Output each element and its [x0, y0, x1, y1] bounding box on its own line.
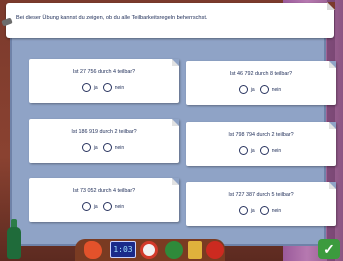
radio-yes[interactable]: [238, 206, 248, 215]
option-yes-label: ja: [93, 84, 98, 91]
option-no-label: nein: [114, 144, 125, 151]
question-text: Ist 727 387 durch 5 teilbar?: [228, 192, 294, 198]
radio-yes[interactable]: [238, 146, 248, 155]
question-card: Ist 46 792 durch 8 teilbar? ja nein: [186, 61, 336, 105]
radio-no[interactable]: [259, 146, 269, 155]
option-no-label: nein: [271, 86, 282, 93]
red-button-icon[interactable]: [206, 241, 224, 259]
bottle-icon[interactable]: [7, 227, 21, 259]
fish-icon[interactable]: [84, 241, 102, 259]
confirm-check-button[interactable]: ✓: [318, 239, 340, 259]
radio-no[interactable]: [102, 202, 112, 211]
radio-no[interactable]: [259, 85, 269, 94]
option-no-label: nein: [271, 147, 282, 154]
answer-options: ja nein: [186, 146, 336, 155]
option-yes-label: ja: [93, 203, 98, 210]
page-fold-icon: [329, 122, 336, 129]
question-text: Ist 73 052 durch 4 teilbar?: [72, 188, 136, 194]
option-yes-label: ja: [250, 147, 255, 154]
answer-options: ja nein: [186, 206, 336, 215]
radio-no[interactable]: [102, 143, 112, 152]
question-text: Ist 46 792 durch 8 teilbar?: [229, 71, 293, 77]
question-text: Ist 27 756 durch 4 teilbar?: [72, 69, 136, 75]
radio-no[interactable]: [102, 83, 112, 92]
answer-options: ja nein: [29, 143, 179, 152]
question-text: Ist 186 919 durch 2 teilbar?: [71, 129, 137, 135]
page-fold-icon: [329, 182, 336, 189]
answer-options: ja nein: [29, 202, 179, 211]
clock-display: 1:03: [110, 241, 136, 258]
question-card: Ist 186 919 durch 2 teilbar? ja nein: [29, 119, 179, 163]
question-card: Ist 727 387 durch 5 teilbar? ja nein: [186, 182, 336, 226]
page-fold-icon: [172, 178, 179, 185]
question-card: Ist 73 052 durch 4 teilbar? ja nein: [29, 178, 179, 222]
radio-yes[interactable]: [81, 143, 91, 152]
option-no-label: nein: [114, 84, 125, 91]
radio-no[interactable]: [259, 206, 269, 215]
question-card: Ist 27 756 durch 4 teilbar? ja nein: [29, 59, 179, 103]
lifebuoy-icon[interactable]: [140, 241, 158, 259]
instruction-text: Bei dieser Übung kannst du zeigen, ob du…: [16, 15, 208, 21]
option-no-label: nein: [271, 207, 282, 214]
page-fold-icon: [327, 2, 335, 10]
option-yes-label: ja: [250, 86, 255, 93]
option-no-label: nein: [114, 203, 125, 210]
radio-yes[interactable]: [238, 85, 248, 94]
answer-options: ja nein: [186, 85, 336, 94]
green-ball-icon[interactable]: [165, 241, 183, 259]
question-text: Ist 798 794 durch 2 teilbar?: [228, 132, 294, 138]
option-yes-label: ja: [93, 144, 98, 151]
page-fold-icon: [329, 61, 336, 68]
radio-yes[interactable]: [81, 83, 91, 92]
instruction-banner: Bei dieser Übung kannst du zeigen, ob du…: [1, 2, 335, 38]
radio-yes[interactable]: [81, 202, 91, 211]
bottom-toolbar: 1:03 ✓: [0, 219, 343, 261]
answer-options: ja nein: [29, 83, 179, 92]
page-fold-icon: [172, 59, 179, 66]
option-yes-label: ja: [250, 207, 255, 214]
page-fold-icon: [172, 119, 179, 126]
book-icon[interactable]: [188, 241, 202, 259]
question-card: Ist 798 794 durch 2 teilbar? ja nein: [186, 122, 336, 166]
